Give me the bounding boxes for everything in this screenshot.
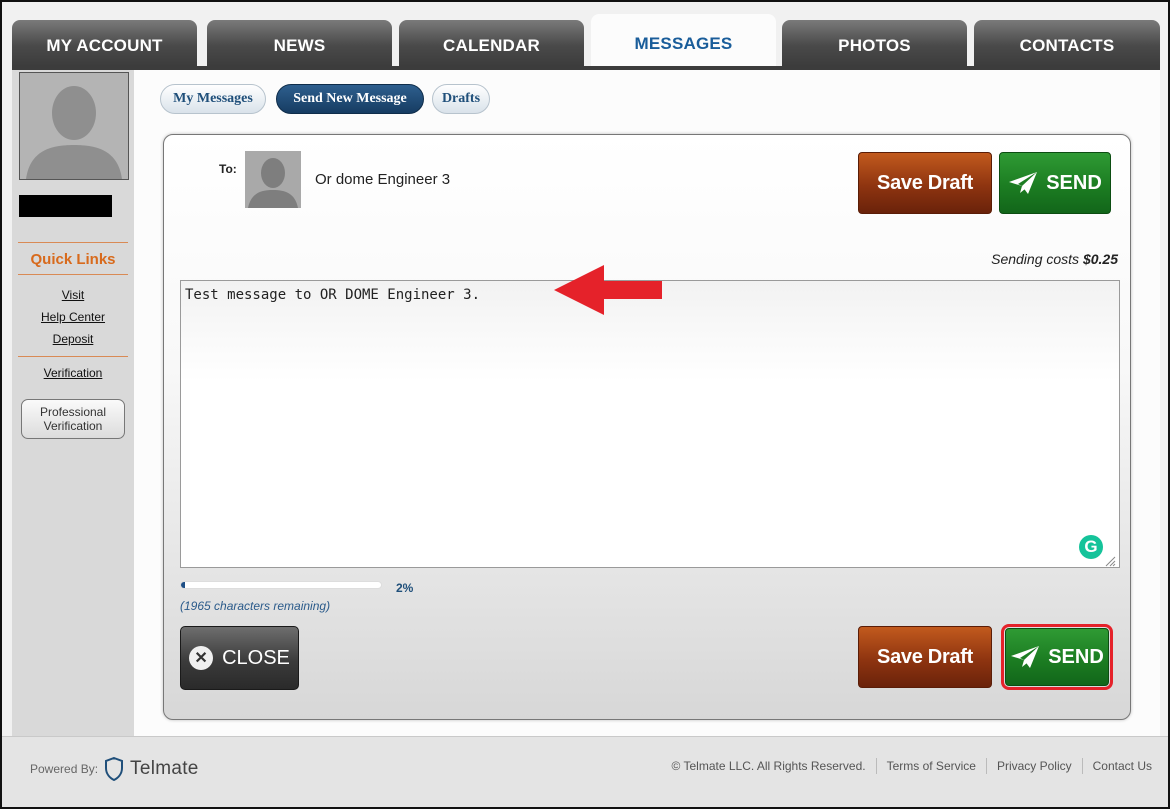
copyright: © Telmate LLC. All Rights Reserved. [671,759,866,773]
character-progress-bar [180,581,382,589]
message-text: Test message to OR DOME Engineer 3. [185,287,481,303]
paper-plane-icon [1011,646,1040,668]
tab-calendar[interactable]: CALENDAR [399,20,584,66]
cost-value: $0.25 [1082,251,1118,267]
powered-by: Powered By: Telmate [30,757,199,781]
send-label: SEND [1048,645,1104,668]
main-tabs: MY ACCOUNT NEWS CALENDAR MESSAGES PHOTOS… [12,14,1160,66]
recipient-name: Or dome Engineer 3 [315,171,451,188]
save-draft-button[interactable]: Save Draft [858,152,992,214]
divider [18,274,128,275]
tab-news[interactable]: NEWS [207,20,392,66]
profile-avatar [19,72,129,180]
app-frame: MY ACCOUNT NEWS CALENDAR MESSAGES PHOTOS… [0,0,1170,809]
divider [18,242,128,243]
save-draft-button-bottom[interactable]: Save Draft [858,626,992,688]
divider [985,758,987,774]
sidebar: Quick Links Visit Help Center Deposit Ve… [12,70,134,736]
tab-messages[interactable]: MESSAGES [591,14,776,66]
close-label: CLOSE [222,646,290,669]
professional-verification-label-1: Professional [39,405,107,419]
quick-links-title: Quick Links [30,251,116,268]
tab-photos[interactable]: PHOTOS [782,20,967,66]
send-button[interactable]: SEND [999,152,1111,214]
powered-by-label: Powered By: [30,762,99,776]
telmate-logo[interactable]: Telmate [130,758,199,780]
subtab-send-new-message[interactable]: Send New Message [276,84,424,114]
telmate-shield-icon [105,757,124,781]
close-icon: ✕ [189,646,214,670]
progress-percent: 2% [396,581,414,595]
to-label: To: [219,162,237,176]
person-silhouette-icon [248,158,298,208]
person-silhouette-icon [26,86,122,179]
sending-cost: Sending costs $0.25 [991,251,1118,267]
cost-prefix: Sending costs [991,251,1080,267]
send-button-bottom[interactable]: SEND [1001,624,1113,690]
footer: Powered By: Telmate © Telmate LLC. All R… [2,736,1168,807]
divider [18,356,128,357]
terms-link[interactable]: Terms of Service [887,759,976,773]
subtab-drafts[interactable]: Drafts [432,84,490,114]
characters-remaining: (1965 characters remaining) [180,599,331,613]
sidebar-link-visit[interactable]: Visit [12,288,134,302]
sidebar-link-help-center[interactable]: Help Center [12,310,134,324]
recipient-avatar [245,151,301,208]
professional-verification-button[interactable]: Professional Verification [21,399,125,439]
paper-plane-icon [1009,172,1038,194]
divider [1081,758,1083,774]
red-arrow-annotation-icon [554,265,662,315]
divider [875,758,877,774]
contact-link[interactable]: Contact Us [1093,759,1152,773]
send-label: SEND [1046,171,1102,194]
tab-my-account[interactable]: MY ACCOUNT [12,20,197,66]
messages-content: My Messages Send New Message Drafts To: … [134,70,1160,736]
sidebar-link-verification[interactable]: Verification [12,366,134,380]
professional-verification-label-2: Verification [43,419,103,433]
sidebar-link-deposit[interactable]: Deposit [12,332,134,346]
footer-links: © Telmate LLC. All Rights Reserved. Term… [672,758,1152,774]
tab-contacts[interactable]: CONTACTS [974,20,1160,66]
grammarly-icon[interactable]: G [1079,535,1103,559]
close-button[interactable]: ✕ CLOSE [180,626,299,690]
progress-fill [181,582,185,588]
message-textarea[interactable]: Test message to OR DOME Engineer 3. [180,280,1120,568]
resize-handle-icon[interactable] [1104,555,1116,567]
subtab-my-messages[interactable]: My Messages [160,84,266,114]
privacy-link[interactable]: Privacy Policy [997,759,1072,773]
compose-panel: To: Or dome Engineer 3 Save Draft SEND S… [163,134,1131,720]
redacted-name [19,195,112,217]
